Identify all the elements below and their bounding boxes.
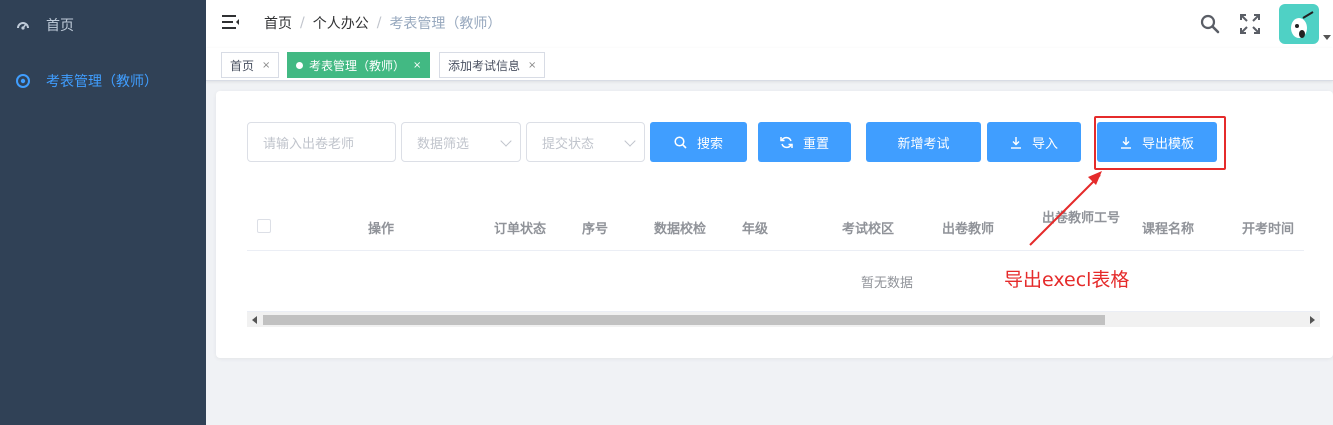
tag-home[interactable]: 首页 × [221, 52, 280, 78]
table-header: 操作 订单状态 序号 数据校检 年级 考试校区 出卷教师 出卷教师工号 课程名称… [247, 203, 1304, 251]
search-button-label: 搜索 [696, 136, 723, 152]
nav-right [1199, 0, 1333, 48]
search-icon [674, 135, 687, 149]
dashboard-icon [16, 18, 30, 32]
tag-label: 考表管理（教师） [309, 58, 406, 73]
tag-label: 首页 [230, 58, 255, 73]
refresh-icon [780, 136, 793, 149]
hamburger-icon[interactable] [222, 13, 240, 31]
tag-label: 添加考试信息 [448, 58, 521, 73]
empty-text: 暂无数据 [861, 276, 914, 291]
column-header: 考试校区 [842, 221, 895, 237]
sidebar: 首页 考表管理（教师） [0, 0, 206, 425]
column-header: 序号 [582, 221, 609, 237]
data-filter-placeholder: 数据筛选 [417, 136, 470, 152]
sidebar-item-exam-management[interactable]: 考表管理（教师） [0, 56, 206, 106]
reset-button[interactable]: 重置 [758, 122, 851, 162]
close-icon[interactable]: × [528, 60, 536, 71]
teacher-input[interactable]: 请输入出卷老师 [247, 122, 396, 162]
annotation-highlight-box [1094, 116, 1226, 170]
navbar: 首页 / 个人办公 / 考表管理（教师） [206, 0, 1333, 48]
tag-add-exam-info[interactable]: 添加考试信息 × [439, 52, 546, 78]
chevron-down-icon [500, 135, 512, 147]
column-header: 开考时间 [1242, 221, 1295, 237]
breadcrumb-separator: / [300, 15, 305, 31]
close-icon[interactable]: × [413, 60, 421, 71]
column-header: 数据校检 [654, 221, 707, 237]
download-icon [1010, 136, 1022, 149]
search-button[interactable]: 搜索 [650, 122, 747, 162]
add-exam-button-label: 新增考试 [897, 136, 950, 152]
tags-view: 首页 × 考表管理（教师） × 添加考试信息 × [206, 48, 1333, 81]
column-header: 操作 [368, 221, 395, 237]
teacher-input-placeholder: 请输入出卷老师 [263, 136, 355, 152]
column-header: 出卷教师 [942, 221, 995, 237]
column-header: 订单状态 [494, 221, 547, 237]
close-icon[interactable]: × [262, 60, 270, 71]
breadcrumb: 首页 / 个人办公 / 考表管理（教师） [264, 13, 501, 33]
horizontal-scrollbar[interactable] [247, 311, 1320, 327]
breadcrumb-home[interactable]: 首页 [264, 13, 292, 33]
reset-button-label: 重置 [802, 136, 829, 152]
chrome-icon [16, 74, 30, 88]
annotation-arrow-icon [1029, 171, 1102, 246]
scrollbar-thumb[interactable] [263, 315, 1105, 325]
import-button[interactable]: 导入 [987, 122, 1081, 162]
scroll-right-icon[interactable] [1310, 316, 1315, 324]
scroll-left-icon[interactable] [252, 316, 257, 324]
sidebar-item-label: 首页 [46, 18, 74, 34]
search-icon[interactable] [1199, 13, 1221, 35]
import-button-label: 导入 [1031, 136, 1058, 152]
add-exam-button[interactable]: 新增考试 [866, 122, 981, 162]
breadcrumb-separator: / [376, 15, 382, 31]
submit-status-placeholder: 提交状态 [542, 136, 595, 152]
chevron-down-icon [624, 135, 636, 147]
column-header: 年级 [742, 221, 769, 237]
sidebar-item-home[interactable]: 首页 [0, 0, 206, 50]
breadcrumb-current: 考表管理（教师） [389, 16, 502, 32]
main-card: 请输入出卷老师 数据筛选 提交状态 搜索 重置 新增考试 导入 导出模板 操作 … [216, 91, 1333, 358]
column-header: 课程名称 [1142, 221, 1195, 237]
caret-down-icon[interactable] [1323, 34, 1331, 40]
breadcrumb-office[interactable]: 个人办公 [313, 13, 369, 33]
sidebar-item-label: 考表管理（教师） [46, 74, 158, 90]
tag-exam-management[interactable]: 考表管理（教师） × [287, 52, 431, 78]
select-all-checkbox[interactable] [257, 219, 271, 233]
fullscreen-icon[interactable] [1239, 13, 1261, 35]
data-filter-select[interactable]: 数据筛选 [401, 122, 521, 162]
annotation-text: 导出execl表格 [1004, 269, 1130, 291]
avatar[interactable] [1279, 4, 1319, 44]
active-dot-icon [296, 61, 303, 69]
submit-status-select[interactable]: 提交状态 [526, 122, 645, 162]
